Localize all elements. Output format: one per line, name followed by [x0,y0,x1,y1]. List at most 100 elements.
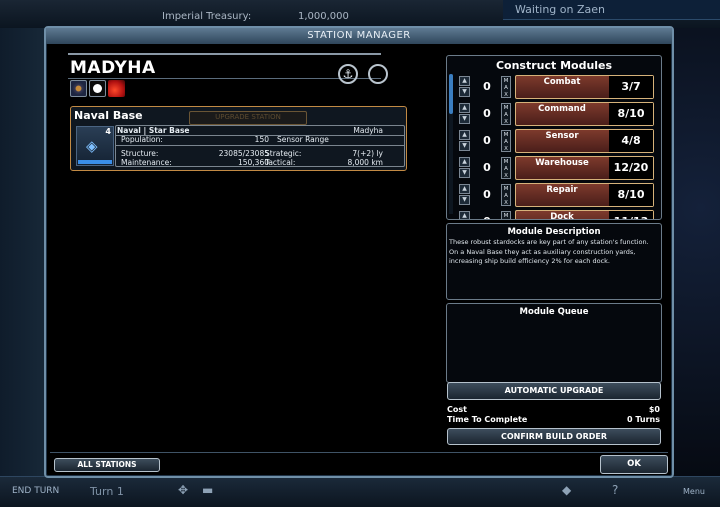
tactical-value: 8,000 km [347,158,383,167]
module-name: Dock [550,212,574,220]
construct-modules-title: Construct Modules [495,59,613,72]
module-box[interactable]: Combat 3/7 [515,75,654,99]
module-queue-panel: Module Queue [446,303,662,383]
max-button[interactable]: MAX [501,103,511,125]
ok-button[interactable]: OK [600,455,668,474]
module-box[interactable]: Repair 8/10 [515,183,654,207]
treasury-label: Imperial Treasury: [162,11,252,22]
tactical-label: Tactical: [265,158,296,167]
module-name: Command [538,104,586,114]
module-stepper[interactable]: ▲▼ [459,130,471,152]
max-button[interactable]: MAX [501,184,511,206]
upgrade-station-button[interactable]: UPGRADE STATION [189,111,307,125]
module-stepper[interactable]: ▲▼ [459,211,471,219]
module-stepper[interactable]: ▲▼ [459,76,471,98]
all-stations-button[interactable]: ALL STATIONS [54,458,160,472]
sensor-range-label: Sensor Range [277,135,329,144]
construct-modules-panel: Construct Modules ▲ ▼ 0 MAX Combat 3/7 ▲ ▼ 0 MAX C… [446,55,662,220]
decrease-arrow-icon[interactable]: ▼ [459,195,470,205]
module-row[interactable]: ▲▼ 0 MAX Dock 11/13 [459,210,655,220]
module-row[interactable]: ▲ ▼ 0 MAX Repair 8/10 [459,183,655,207]
confirm-build-order-button[interactable]: CONFIRM BUILD ORDER [447,428,661,445]
max-button[interactable]: MAX [501,157,511,179]
max-button[interactable]: MAX [501,76,511,98]
module-name: Repair [546,185,578,195]
module-box[interactable]: Warehouse 12/20 [515,156,654,180]
module-count: 0 [483,161,491,174]
module-count: 0 [483,107,491,120]
decrease-arrow-icon[interactable]: ▼ [459,114,470,124]
increase-arrow-icon[interactable]: ▲ [459,130,470,140]
module-row[interactable]: ▲ ▼ 0 MAX Command 8/10 [459,102,655,126]
station-manager-window: STATION MANAGER MADYHA ⚓ Naval Base UPGR… [44,26,674,478]
module-name: Warehouse [535,158,589,168]
time-to-complete-value: 0 Turns [626,415,660,424]
decrease-arrow-icon[interactable]: ▼ [459,141,470,151]
end-turn-button[interactable]: END TURN [12,486,59,496]
max-label: MAX [503,105,509,125]
structure-label: Structure: [121,149,159,158]
stats-divider-2 [115,145,405,146]
increase-arrow-icon[interactable]: ▲ [459,76,470,86]
max-button[interactable]: MAX [501,211,511,219]
module-stepper[interactable]: ▲▼ [459,184,471,206]
window-title: STATION MANAGER [46,28,672,44]
module-box[interactable]: Dock 11/13 [515,210,654,220]
menu-button[interactable]: Menu [683,487,705,496]
module-progress: 8/10 [609,103,653,125]
maintenance-value: 150,360 [237,158,269,167]
module-box[interactable]: Sensor 4/8 [515,129,654,153]
waiting-status: Waiting on Zaen [503,0,720,20]
station-health-bar [78,160,112,164]
footer-divider [50,452,668,453]
crosshair-icon[interactable]: ✥ [178,483,188,497]
chat-icon[interactable]: ▬ [202,483,213,497]
name-divider-top [68,53,381,55]
cost-value: $0 [648,405,660,414]
module-stepper[interactable]: ▲▼ [459,103,471,125]
station-emblems [70,80,125,98]
cost-label: Cost [447,405,467,414]
module-row[interactable]: ▲ ▼ 0 MAX Combat 3/7 [459,75,655,99]
module-count: 0 [483,80,491,93]
station-gem-icon: ◈ [86,137,98,155]
max-button[interactable]: MAX [501,130,511,152]
module-row[interactable]: ▲ ▼ 0 MAX Sensor 4/8 [459,129,655,153]
anchor-icon[interactable]: ⚓ [338,64,358,84]
help-icon[interactable]: ? [612,483,618,497]
increase-arrow-icon[interactable]: ▲ [459,103,470,113]
white-orb-icon [89,80,106,97]
module-queue-title: Module Queue [519,307,589,317]
max-label: MAX [503,186,509,206]
module-count: 0 [483,188,491,201]
race-emblem-icon [70,80,87,97]
station-thumbnail: 4 ◈ [76,126,114,166]
bottom-bar: END TURN Turn 1 ✥ ▬ ◆ ? Menu [0,476,720,507]
module-box[interactable]: Command 8/10 [515,102,654,126]
modules-scroll-thumb[interactable] [449,74,453,114]
decrease-arrow-icon[interactable]: ▼ [459,168,470,178]
strategic-value: 7(+2) ly [352,149,383,158]
module-description-panel: Module Description These robust stardock… [446,223,662,300]
tag-icon[interactable]: ◆ [562,483,571,497]
increase-arrow-icon[interactable]: ▲ [459,157,470,167]
decrease-arrow-icon[interactable]: ▼ [459,87,470,97]
module-stepper[interactable]: ▲▼ [459,157,471,179]
module-name: Sensor [545,131,579,141]
empty-slot-icon[interactable] [368,64,388,84]
structure-value: 23085/23085 [218,149,269,158]
module-description-text: These robust stardocks are key part of a… [449,238,649,265]
population-label: Population: [121,135,163,144]
module-row[interactable]: ▲ ▼ 0 MAX Warehouse 12/20 [459,156,655,180]
time-to-complete-label: Time To Complete [447,415,528,424]
station-class: Naval | Star Base [117,126,190,135]
strategic-label: Strategic: [265,149,302,158]
population-value: 150 [254,135,269,144]
station-card[interactable]: Naval Base UPGRADE STATION 4 ◈ Naval | S… [70,106,407,171]
station-owner: Madyha [353,126,383,135]
right-background-panel [672,28,720,478]
maintenance-label: Maintenance: [121,158,172,167]
increase-arrow-icon[interactable]: ▲ [459,184,470,194]
automatic-upgrade-button[interactable]: AUTOMATIC UPGRADE [447,382,661,400]
increase-arrow-icon[interactable]: ▲ [459,211,470,219]
